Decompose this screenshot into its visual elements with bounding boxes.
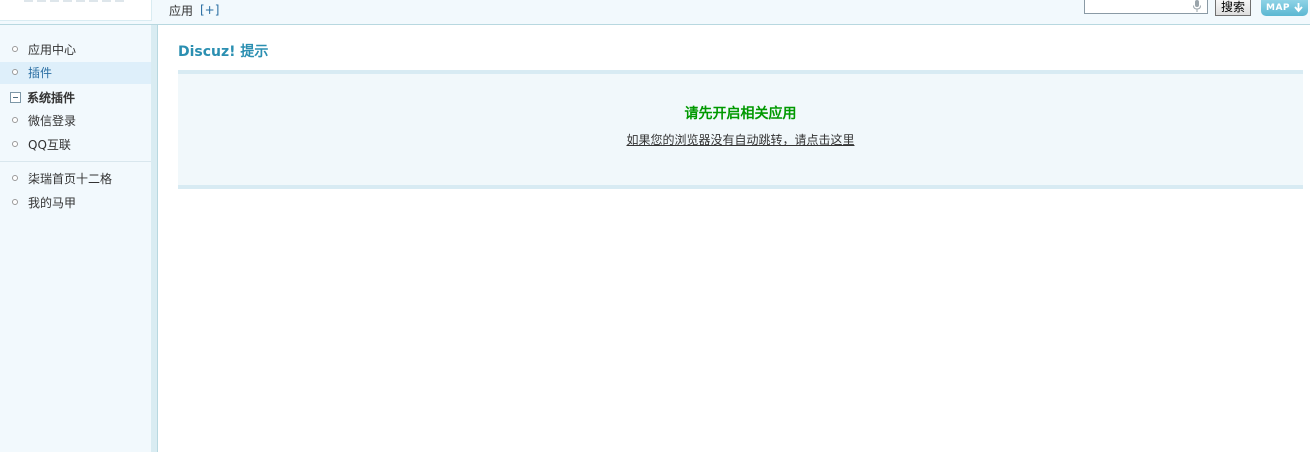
arrow-down-icon [1294,3,1303,13]
notice-box: 请先开启相关应用 如果您的浏览器没有自动跳转，请点击这里 [178,70,1303,189]
sidebar-item-label: QQ互联 [28,138,71,152]
map-button-label: MAP [1266,3,1291,13]
search-button[interactable]: 搜索 [1215,0,1251,16]
bullet-icon [12,141,18,147]
sidebar-splitter[interactable] [151,25,158,452]
add-shortcut-link[interactable]: [+] [200,2,219,18]
sidebar-item-label: 应用中心 [28,43,77,57]
sidebar-item-homepage-grid[interactable]: 柒瑞首页十二格 [0,168,151,190]
sidebar-item-label: 柒瑞首页十二格 [28,172,113,186]
notice-message: 请先开启相关应用 [684,106,797,122]
sidebar-group-system-plugins[interactable]: 系统插件 [0,87,151,109]
sidebar-item-label: 插件 [28,66,53,80]
sidebar-item-app-center[interactable]: 应用中心 [0,39,151,61]
admin-page: 应用 [+] 搜索 MAP 应用中心 插件 系统插件 微信登录 QQ互联 柒瑞首… [0,0,1310,452]
sidebar-group-label: 系统插件 [27,91,76,105]
sidebar-item-label: 微信登录 [28,114,77,128]
search-input[interactable] [1084,0,1208,14]
logo-area [0,0,152,21]
page-title: Discuz! 提示 [178,44,269,60]
top-header: 应用 [+] 搜索 MAP [0,0,1310,25]
redirect-link-row: 如果您的浏览器没有自动跳转，请点击这里 [178,132,1303,148]
bullet-icon [12,46,18,52]
sidebar-divider [0,161,151,162]
bullet-icon [12,175,18,181]
sidebar-item-label: 我的马甲 [28,196,77,210]
redirect-link[interactable]: 如果您的浏览器没有自动跳转，请点击这里 [626,133,854,147]
bullet-icon [12,199,18,205]
map-button[interactable]: MAP [1261,0,1308,16]
breadcrumb: 应用 [169,4,194,18]
bullet-icon [12,69,18,75]
microphone-icon[interactable] [1192,0,1202,13]
bullet-icon [12,117,18,123]
sidebar-item-qq-connect[interactable]: QQ互联 [0,134,151,156]
sidebar-item-plugins[interactable]: 插件 [0,62,151,84]
logo-image [24,0,124,2]
sidebar-item-wechat-login[interactable]: 微信登录 [0,110,151,132]
sidebar-item-my-vest[interactable]: 我的马甲 [0,192,151,214]
sidebar: 应用中心 插件 系统插件 微信登录 QQ互联 柒瑞首页十二格 我的马甲 [0,25,151,452]
collapse-icon[interactable] [10,92,21,103]
